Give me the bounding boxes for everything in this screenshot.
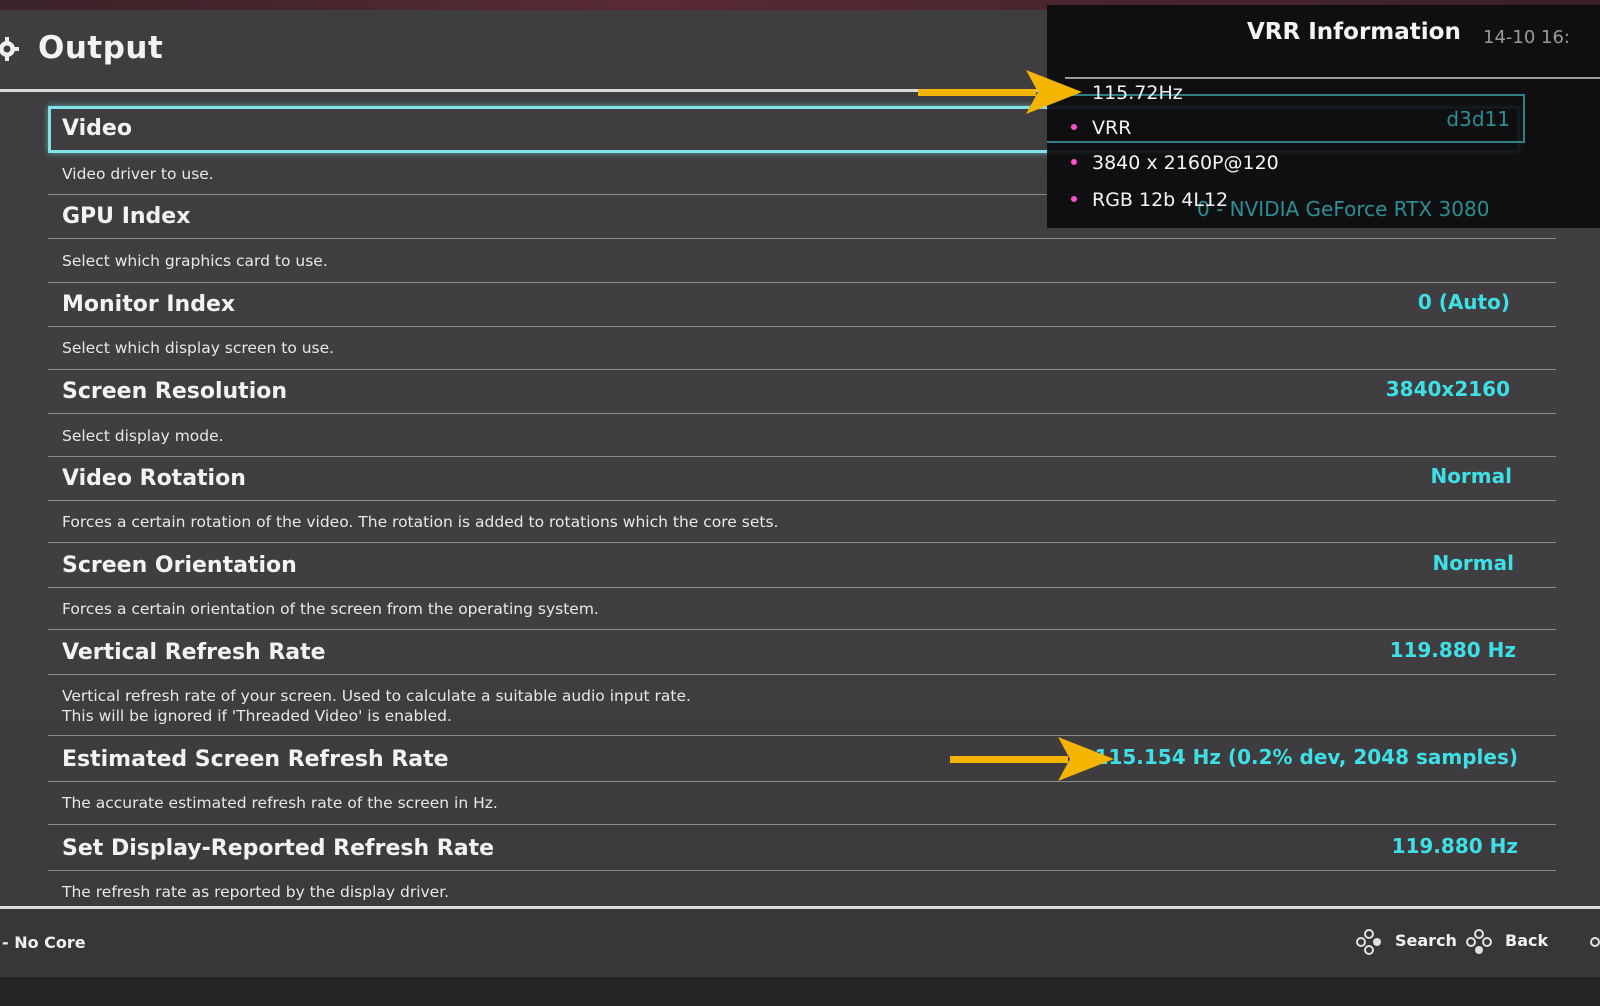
vrr-item: VRR (1071, 117, 1131, 139)
divider (48, 238, 1556, 239)
setting-description: The refresh rate as reported by the disp… (62, 883, 450, 901)
gpu-index-value: 0 - NVIDIA GeForce RTX 3080 (1197, 197, 1490, 221)
divider (48, 282, 1556, 283)
bullet-icon (1071, 123, 1077, 130)
setting-value: 115.154 Hz (0.2% dev, 2048 samples) (1094, 745, 1518, 769)
divider (48, 369, 1556, 370)
bullet-icon (1071, 195, 1077, 202)
divider (48, 629, 1556, 630)
arrow-right-icon (950, 737, 1114, 781)
setting-value: Normal (1432, 551, 1514, 575)
divider (48, 870, 1556, 871)
vrr-item-text: VRR (1092, 117, 1132, 139)
setting-value: 3840x2160 (1385, 377, 1510, 401)
core-status: - No Core (2, 933, 86, 952)
bottom-strip (0, 977, 1600, 1006)
video-driver-value: d3d11 (1446, 107, 1510, 131)
divider (48, 735, 1556, 736)
setting-label: Screen Orientation (62, 553, 297, 578)
vrr-title: VRR Information (1247, 19, 1461, 45)
gamepad-buttons-icon (1466, 929, 1492, 954)
vrr-info-overlay: d3d11 0 - NVIDIA GeForce RTX 3080 VRR In… (1047, 5, 1600, 228)
divider (48, 456, 1556, 457)
setting-description: The accurate estimated refresh rate of t… (62, 794, 498, 812)
divider (48, 781, 1556, 782)
divider (48, 587, 1556, 588)
setting-description: Forces a certain orientation of the scre… (62, 600, 599, 618)
search-button[interactable]: Search (1395, 931, 1457, 950)
vrr-item: RGB 12b 4L12 (1071, 189, 1228, 211)
setting-label: Set Display-Reported Refresh Rate (62, 836, 495, 861)
setting-description: Vertical refresh rate of your screen. Us… (62, 686, 691, 726)
arrow-right-icon (918, 70, 1082, 114)
bullet-icon (1071, 158, 1077, 165)
setting-description: Select display mode. (62, 427, 224, 445)
divider (48, 824, 1556, 825)
page-title: Output (38, 30, 164, 66)
back-button[interactable]: Back (1505, 931, 1548, 950)
setting-label: Video Rotation (62, 466, 246, 491)
gamepad-buttons-icon (1590, 937, 1600, 947)
vrr-divider (1065, 77, 1600, 79)
vrr-item-text: 3840 x 2160P@120 (1092, 152, 1279, 174)
setting-value: Normal (1430, 464, 1512, 488)
vrr-refresh-rate: 115.72Hz (1092, 82, 1183, 104)
footer-bar: - No Core Search Back (0, 909, 1600, 977)
gear-icon (0, 37, 19, 61)
setting-description: Forces a certain rotation of the video. … (62, 513, 779, 531)
setting-value: 0 (Auto) (1417, 290, 1510, 314)
divider (48, 674, 1556, 675)
setting-description: Video driver to use. (62, 165, 214, 183)
description-line: This will be ignored if 'Threaded Video'… (62, 707, 452, 725)
setting-label: Monitor Index (62, 292, 236, 317)
vrr-item-text: RGB 12b 4L12 (1092, 189, 1229, 211)
description-line: Vertical refresh rate of your screen. Us… (62, 687, 691, 705)
setting-value: 119.880 Hz (1389, 638, 1516, 662)
setting-label: GPU Index (62, 204, 191, 229)
vrr-timestamp: 14-10 16: (1483, 27, 1570, 48)
divider (48, 326, 1556, 327)
gamepad-buttons-icon (1356, 929, 1381, 955)
screen: Output Video Video driver to use. GPU In… (0, 0, 1600, 1006)
vrr-item: 3840 x 2160P@120 (1071, 152, 1279, 174)
header-divider (0, 89, 1070, 92)
divider (48, 413, 1556, 414)
divider (48, 542, 1556, 543)
setting-label: Screen Resolution (62, 379, 288, 404)
setting-description: Select which graphics card to use. (62, 252, 328, 270)
divider (48, 500, 1556, 501)
setting-label: Estimated Screen Refresh Rate (62, 747, 449, 772)
setting-description: Select which display screen to use. (62, 339, 335, 357)
setting-value: 119.880 Hz (1391, 834, 1518, 858)
setting-label: Vertical Refresh Rate (62, 640, 326, 665)
